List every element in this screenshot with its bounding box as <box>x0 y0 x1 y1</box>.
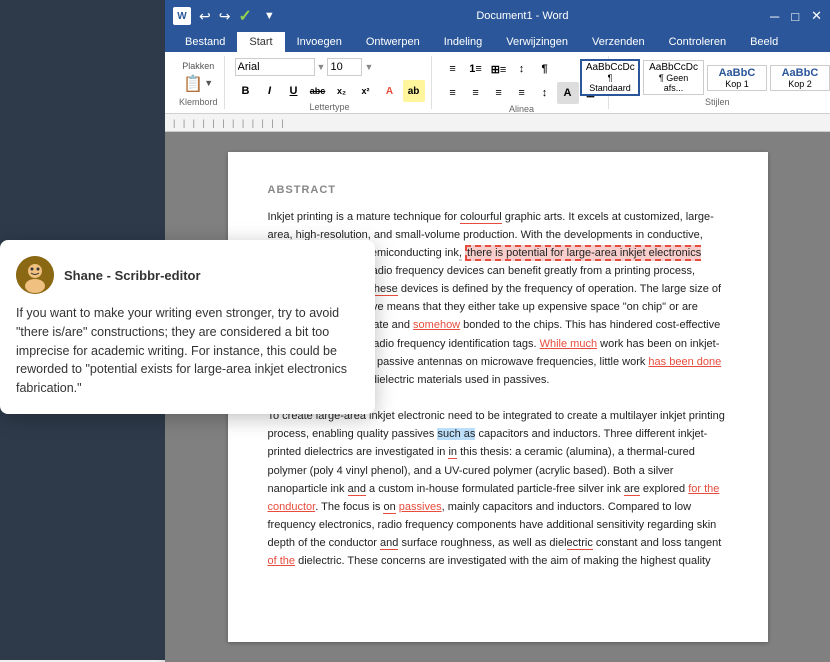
comment-avatar <box>16 256 54 294</box>
avatar-svg <box>16 256 54 294</box>
tab-bestand[interactable]: Bestand <box>173 32 237 52</box>
has-been-done-text: has been done <box>648 356 721 368</box>
on-text: on <box>383 501 395 514</box>
comment-header: Shane - Scribbr-editor <box>16 256 359 294</box>
ribbon-group-font: ▼ ▼ B I U abc x₂ x² A ab Lettertype <box>229 56 432 109</box>
paste-arrow[interactable]: ▼ <box>204 78 213 94</box>
italic-button[interactable]: I <box>259 80 281 102</box>
ruler: | | | | | | | | | | | | <box>165 114 830 132</box>
quick-access: ▼ <box>264 10 275 22</box>
of-the-text: of the <box>268 555 296 567</box>
such-as-text: such as <box>437 428 475 440</box>
ribbon-group-clipboard: Plakken 📋 ▼ Klembord <box>173 56 225 109</box>
style-kop2-label: Kop 2 <box>775 79 825 89</box>
superscript-button[interactable]: x² <box>355 80 377 102</box>
ribbon-group-styles: AaBbCcDc ¶ Standaard AaBbCcDc ¶ Geen afs… <box>613 56 822 109</box>
underline-button[interactable]: U <box>283 80 305 102</box>
while-much-text: While much <box>540 338 597 350</box>
and-text2: and <box>380 537 398 550</box>
window-title: Document1 - Word <box>476 10 568 22</box>
tab-verzenden[interactable]: Verzenden <box>580 32 657 52</box>
comment-panel: Shane - Scribbr-editor If you want to ma… <box>0 240 375 414</box>
are-text: are <box>624 483 640 496</box>
word-icon: W <box>173 7 191 25</box>
in-text: in <box>448 446 457 459</box>
bullets-button[interactable]: ≡ <box>442 58 464 80</box>
styles-label: Stijlen <box>705 97 730 107</box>
font-expand-icon: ▼ <box>317 62 326 72</box>
ruler-marks: | | | | | | | | | | | | <box>173 118 284 128</box>
abstract-title: ABSTRACT <box>268 182 728 200</box>
autosave-check: ✓ <box>238 6 251 26</box>
style-standaard[interactable]: AaBbCcDc ¶ Standaard <box>580 59 640 96</box>
highlight-button[interactable]: ab <box>403 80 425 102</box>
comment-author: Shane - Scribbr-editor <box>64 268 201 283</box>
align-center-button[interactable]: ≡ <box>465 82 487 104</box>
numbering-button[interactable]: 1≡ <box>465 58 487 80</box>
colourful-text: colourful <box>460 211 502 224</box>
font-color-button[interactable]: A <box>379 80 401 102</box>
comment-body: If you want to make your writing even st… <box>16 304 359 398</box>
font-size-input[interactable] <box>327 58 362 76</box>
tab-beeld[interactable]: Beeld <box>738 32 790 52</box>
style-standaard-label: ¶ Standaard <box>586 73 634 93</box>
outline-button[interactable]: ⊞≡ <box>488 58 510 80</box>
minimize-button[interactable]: ─ <box>770 9 779 24</box>
tab-indeling[interactable]: Indeling <box>432 32 495 52</box>
line-spacing-button[interactable]: ↕ <box>534 82 556 104</box>
tab-start[interactable]: Start <box>237 32 284 52</box>
font-name-input[interactable] <box>235 58 315 76</box>
clipboard-label: Klembord <box>179 97 218 107</box>
for-the-conductor-text: for the conductor <box>268 483 720 513</box>
tab-verwijzingen[interactable]: Verwijzingen <box>494 32 580 52</box>
style-kop1-label: Kop 1 <box>712 79 762 89</box>
bold-button[interactable]: B <box>235 80 257 102</box>
plakken-label[interactable]: Plakken <box>182 61 214 72</box>
align-right-button[interactable]: ≡ <box>488 82 510 104</box>
paste-btn[interactable]: 📋 <box>183 74 203 94</box>
style-kop2[interactable]: AaBbC Kop 2 <box>770 65 830 91</box>
close-button[interactable]: ✕ <box>811 8 822 24</box>
justify-button[interactable]: ≡ <box>511 82 533 104</box>
sort-button[interactable]: ↕ <box>511 58 533 80</box>
strikethrough-button[interactable]: abc <box>307 80 329 102</box>
passives-text: passives <box>399 501 442 513</box>
ribbon-tabs: Bestand Start Invoegen Ontwerpen Indelin… <box>165 32 830 52</box>
somehow-text: somehow <box>413 319 460 331</box>
font-label: Lettertype <box>310 102 350 112</box>
maximize-button[interactable]: □ <box>791 9 799 24</box>
ribbon-content: Plakken 📋 ▼ Klembord ▼ ▼ B I <box>165 52 830 114</box>
font-size-expand: ▼ <box>364 62 373 72</box>
subscript-button[interactable]: x₂ <box>331 80 353 102</box>
redo-button[interactable]: ↪ <box>219 8 231 25</box>
align-left-button[interactable]: ≡ <box>442 82 464 104</box>
and-text: and <box>348 483 366 496</box>
style-geen[interactable]: AaBbCcDc ¶ Geen afs... <box>643 60 704 95</box>
tab-ontwerpen[interactable]: Ontwerpen <box>354 32 432 52</box>
title-bar: W ↩ ↪ ✓ ▼ Document1 - Word ─ □ ✕ <box>165 0 830 32</box>
ectric-text: ectric <box>567 537 593 550</box>
undo-button[interactable]: ↩ <box>199 8 211 25</box>
tab-invoegen[interactable]: Invoegen <box>285 32 354 52</box>
style-kop1[interactable]: AaBbC Kop 1 <box>707 65 767 91</box>
style-geen-label: ¶ Geen afs... <box>648 73 699 93</box>
shading-button[interactable]: A <box>557 82 579 104</box>
tab-controleren[interactable]: Controleren <box>657 32 738 52</box>
paragraph-label: Alinea <box>509 104 534 114</box>
show-marks-button[interactable]: ¶ <box>534 58 556 80</box>
